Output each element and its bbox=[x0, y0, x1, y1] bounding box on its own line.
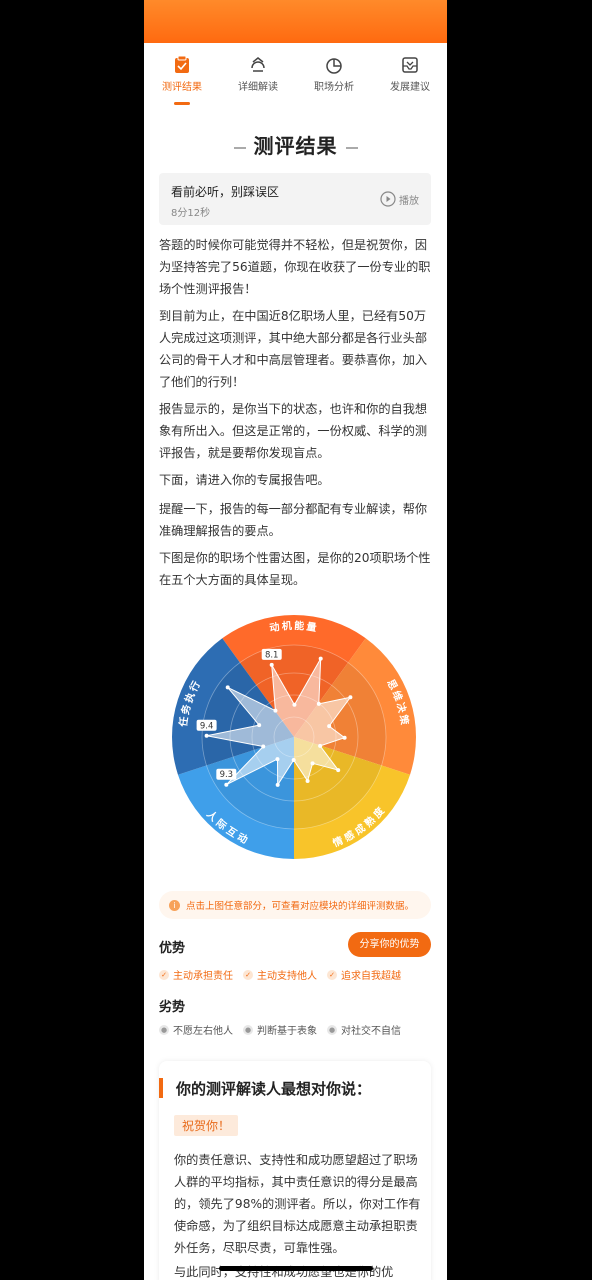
strength-item: ✓ 追求自我超越 bbox=[327, 967, 401, 982]
radar-point bbox=[204, 733, 209, 738]
strengths-list: ✓ 主动承担责任 ✓ 主动支持他人 ✓ 追求自我超越 bbox=[159, 967, 439, 982]
radar-point bbox=[275, 757, 280, 762]
check-icon: ✓ bbox=[159, 969, 169, 980]
play-button[interactable]: 播放 bbox=[380, 191, 419, 207]
tab-analysis[interactable]: 职场分析 bbox=[296, 54, 372, 93]
tab-bar: 测评结果 详细解读 职场分析 发展建议 bbox=[144, 54, 447, 106]
check-icon: ✓ bbox=[327, 969, 337, 980]
radar-point bbox=[305, 778, 310, 783]
chart-tip: i 点击上图任意部分，可查看对应模块的详细评测数据。 bbox=[159, 891, 431, 919]
phone-screen: 测评结果 详细解读 职场分析 发展建议 测评结果 看前必听，别踩误区 8分12秒… bbox=[144, 0, 447, 1280]
check-icon: ✓ bbox=[243, 969, 253, 980]
radar-point bbox=[348, 695, 353, 700]
radar-point bbox=[327, 724, 332, 729]
value-label: 9.4 bbox=[200, 721, 214, 731]
intro-paragraph-1: 答题的时候你可能觉得并不轻松，但是祝贺你，因为坚持答完了56道题，你现在收获了一… bbox=[159, 238, 431, 296]
intro-paragraph-6: 下图是你的职场个性雷达图，是你的20项职场个性在五个大方面的具体呈现。 bbox=[159, 551, 431, 587]
weakness-item: ● 对社交不自信 bbox=[327, 1022, 401, 1037]
audio-player[interactable]: 看前必听，别踩误区 8分12秒 播放 bbox=[159, 173, 431, 225]
tab-label: 职场分析 bbox=[314, 82, 354, 93]
dot-icon: ● bbox=[327, 1024, 337, 1035]
value-label: 9.3 bbox=[220, 770, 234, 780]
intro-paragraph-4: 下面，请进入你的专属报告吧。 bbox=[159, 473, 330, 487]
title-dash-right bbox=[345, 146, 358, 149]
weakness-label: 对社交不自信 bbox=[341, 1026, 401, 1037]
card-accent-bar bbox=[159, 1078, 163, 1098]
intro-paragraph-3: 报告显示的，是你当下的状态，也许和你的自我想象有所出入。但这是正常的，一份权威、… bbox=[159, 402, 428, 460]
title-dash-left bbox=[233, 146, 246, 149]
radar-point bbox=[269, 662, 274, 667]
tab-active-indicator bbox=[174, 102, 190, 105]
dot-icon: ● bbox=[243, 1024, 253, 1035]
tab-suggestions[interactable]: 发展建议 bbox=[372, 54, 447, 93]
home-indicator[interactable] bbox=[219, 1266, 373, 1271]
weakness-item: ● 判断基于表象 bbox=[243, 1022, 317, 1037]
strengths-heading: 优势 bbox=[159, 941, 186, 956]
radar-point bbox=[292, 702, 297, 707]
play-icon bbox=[380, 191, 396, 207]
page-title: 测评结果 bbox=[144, 130, 447, 159]
share-strengths-button[interactable]: 分享你的优势 bbox=[348, 932, 431, 957]
audio-title: 看前必听，别踩误区 bbox=[171, 185, 280, 199]
radar-point bbox=[261, 744, 266, 749]
info-icon: i bbox=[169, 899, 180, 911]
tab-label: 发展建议 bbox=[390, 82, 430, 93]
radar-point bbox=[310, 761, 315, 766]
personality-radar-chart[interactable]: 动机能量思维决策情感成熟度人际互动任务执行8.19.49.3 bbox=[169, 612, 419, 862]
weakness-label: 不愿左右他人 bbox=[173, 1026, 233, 1037]
pie-chart-icon bbox=[326, 58, 342, 74]
strength-item: ✓ 主动承担责任 bbox=[159, 967, 233, 982]
recycle-icon bbox=[251, 57, 265, 72]
tab-label: 详细解读 bbox=[238, 82, 278, 93]
congrats-tag: 祝贺你！ bbox=[174, 1115, 239, 1136]
tab-label: 测评结果 bbox=[162, 82, 202, 93]
radar-point bbox=[273, 708, 278, 713]
weakness-label: 判断基于表象 bbox=[257, 1026, 317, 1037]
strength-label: 主动承担责任 bbox=[173, 971, 233, 982]
radar-point bbox=[342, 735, 347, 740]
strength-label: 追求自我超越 bbox=[341, 971, 401, 982]
interpreter-message-card: 你的测评解读人最想对你说： 祝贺你！ 你的责任意识、支持性和成功愿望超过了职场人… bbox=[159, 1061, 431, 1280]
card-title: 你的测评解读人最想对你说： bbox=[176, 1080, 372, 1098]
audio-duration: 8分12秒 bbox=[171, 208, 211, 219]
radar-point bbox=[291, 757, 296, 762]
value-label: 8.1 bbox=[265, 650, 279, 660]
inbox-icon bbox=[402, 57, 418, 73]
intro-paragraph-2: 到目前为止，在中国近8亿职场人里，已经有50万人完成过这项测评，其中绝大部分都是… bbox=[159, 309, 428, 389]
chart-tip-text: 点击上图任意部分，可查看对应模块的详细评测数据。 bbox=[186, 901, 415, 912]
radar-point bbox=[275, 782, 280, 787]
header-banner bbox=[144, 0, 447, 43]
weakness-item: ● 不愿左右他人 bbox=[159, 1022, 233, 1037]
weaknesses-heading: 劣势 bbox=[159, 1000, 186, 1015]
radar-point bbox=[257, 723, 262, 728]
clipboard-icon bbox=[175, 55, 189, 73]
radar-point bbox=[224, 782, 229, 787]
weaknesses-list: ● 不愿左右他人 ● 判断基于表象 ● 对社交不自信 bbox=[159, 1022, 439, 1037]
strength-label: 主动支持他人 bbox=[257, 971, 317, 982]
radar-point bbox=[316, 701, 321, 706]
tab-results[interactable]: 测评结果 bbox=[144, 54, 220, 105]
strength-item: ✓ 主动支持他人 bbox=[243, 967, 317, 982]
page-title-text: 测评结果 bbox=[253, 134, 338, 158]
tab-details[interactable]: 详细解读 bbox=[220, 54, 296, 93]
radar-point bbox=[336, 768, 341, 773]
dot-icon: ● bbox=[159, 1024, 169, 1035]
intro-paragraph-5: 提醒一下，报告的每一部分都配有专业解读，帮你准确理解报告的要点。 bbox=[159, 502, 428, 538]
radar-point bbox=[225, 685, 230, 690]
play-label: 播放 bbox=[399, 195, 419, 207]
radar-point bbox=[318, 743, 323, 748]
card-body: 你的责任意识、支持性和成功愿望超过了职场人群的平均指标，其中责任意识的得分是最高… bbox=[174, 1153, 421, 1255]
radar-point bbox=[318, 656, 323, 661]
